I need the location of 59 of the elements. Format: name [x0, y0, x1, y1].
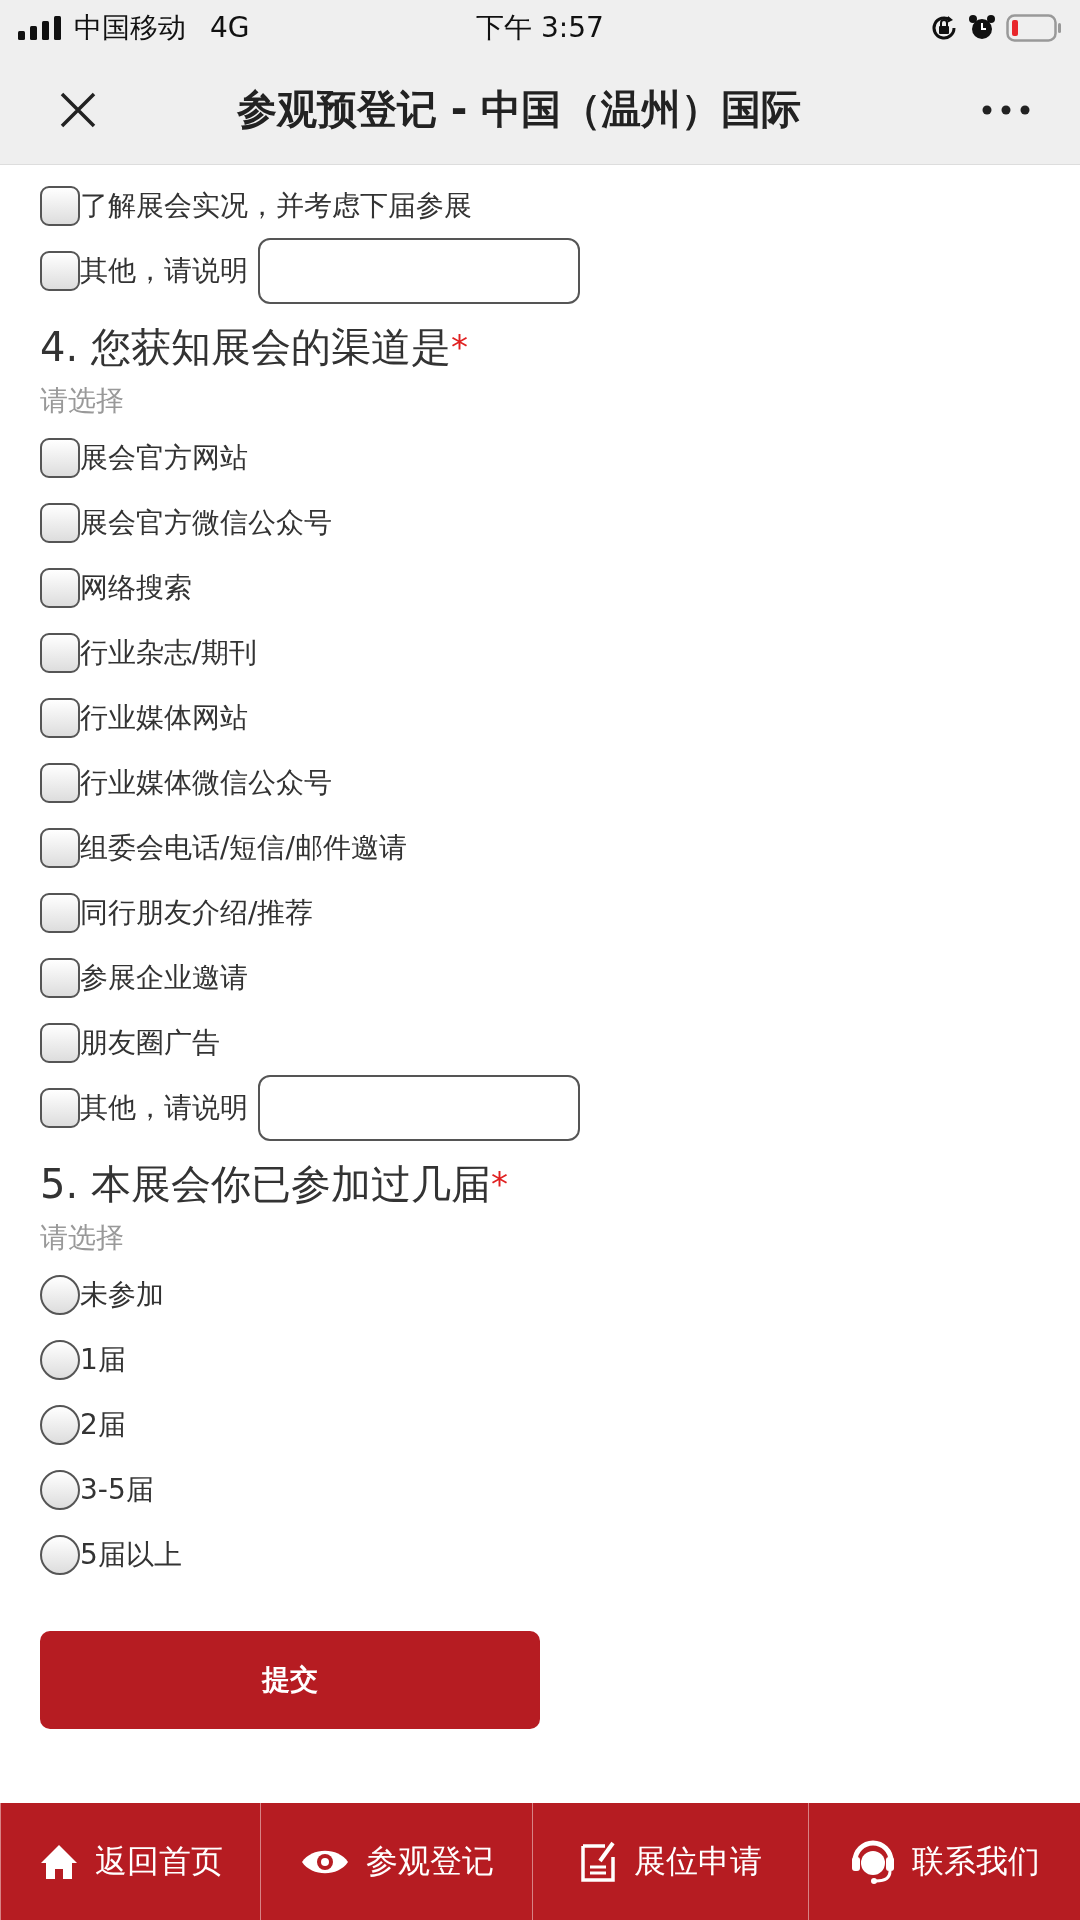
- close-icon[interactable]: [60, 91, 96, 128]
- question-title: 5. 本展会你已参加过几届*: [40, 1160, 509, 1209]
- option-label: 展会官方微信公众号: [80, 504, 332, 541]
- input-field[interactable]: [258, 1074, 580, 1141]
- carrier-name: 中国移动: [74, 9, 186, 46]
- submit-button[interactable]: 提交: [40, 1631, 540, 1729]
- checkbox[interactable]: [40, 250, 80, 291]
- radio-button[interactable]: [40, 1469, 80, 1510]
- option-label: 3-5届: [80, 1471, 154, 1508]
- checkbox[interactable]: [40, 892, 80, 933]
- option-label: 网络搜索: [80, 569, 192, 606]
- checkbox[interactable]: [40, 957, 80, 998]
- nav-tab[interactable]: 联系我们: [808, 1803, 1080, 1920]
- checkbox[interactable]: [40, 762, 80, 803]
- edit-document-icon: [579, 1840, 618, 1883]
- checkbox[interactable]: [40, 567, 80, 608]
- checkbox[interactable]: [40, 1022, 80, 1063]
- option-label: 展会官方网站: [80, 439, 248, 476]
- option-label: 2届: [80, 1406, 126, 1443]
- checkbox[interactable]: [40, 502, 80, 543]
- checkbox[interactable]: [40, 1087, 80, 1128]
- nav-tab[interactable]: 展位申请: [532, 1803, 808, 1920]
- nav-tab[interactable]: 返回首页: [0, 1803, 261, 1920]
- checkbox[interactable]: [40, 827, 80, 868]
- nav-tab[interactable]: 参观登记: [260, 1803, 533, 1920]
- option-label: 未参加: [80, 1276, 164, 1313]
- radio-button[interactable]: [40, 1534, 80, 1575]
- checkbox[interactable]: [40, 697, 80, 738]
- option-label: 行业媒体网站: [80, 699, 248, 736]
- select-hint: 请选择: [40, 383, 125, 419]
- battery-icon: [1006, 13, 1062, 42]
- option-label: 5届以上: [80, 1536, 182, 1573]
- signal-icon: [18, 15, 64, 40]
- select-hint: 请选择: [40, 1220, 125, 1256]
- radio-button[interactable]: [40, 1274, 80, 1315]
- page-title: 参观预登记 - 中国（温州）国际: [235, 85, 803, 134]
- checkbox[interactable]: [40, 185, 80, 226]
- option-label: 1届: [80, 1341, 126, 1378]
- alarm-clock-icon: [968, 13, 996, 42]
- checkbox[interactable]: [40, 632, 80, 673]
- option-label: 其他，请说明: [80, 252, 248, 289]
- option-label: 朋友圈广告: [80, 1024, 220, 1061]
- input-field[interactable]: [258, 237, 580, 304]
- option-label: 了解展会实况，并考虑下届参展: [80, 187, 472, 224]
- option-label: 行业媒体微信公众号: [80, 764, 332, 801]
- option-label: 行业杂志/期刊: [80, 634, 258, 671]
- network-type: 4G: [210, 11, 250, 44]
- option-label: 同行朋友介绍/推荐: [80, 894, 314, 931]
- option-label: 组委会电话/短信/邮件邀请: [80, 829, 407, 866]
- question-title: 4. 您获知展会的渠道是*: [40, 323, 469, 372]
- option-label: 其他，请说明: [80, 1089, 248, 1126]
- radio-button[interactable]: [40, 1339, 80, 1380]
- radio-button[interactable]: [40, 1404, 80, 1445]
- clock-time: 下午 3:57: [476, 10, 604, 44]
- headset-icon: [849, 1838, 896, 1885]
- more-icon[interactable]: [982, 104, 1030, 115]
- checkbox[interactable]: [40, 437, 80, 478]
- rotation-lock-icon: [930, 13, 958, 42]
- option-label: 参展企业邀请: [80, 959, 248, 996]
